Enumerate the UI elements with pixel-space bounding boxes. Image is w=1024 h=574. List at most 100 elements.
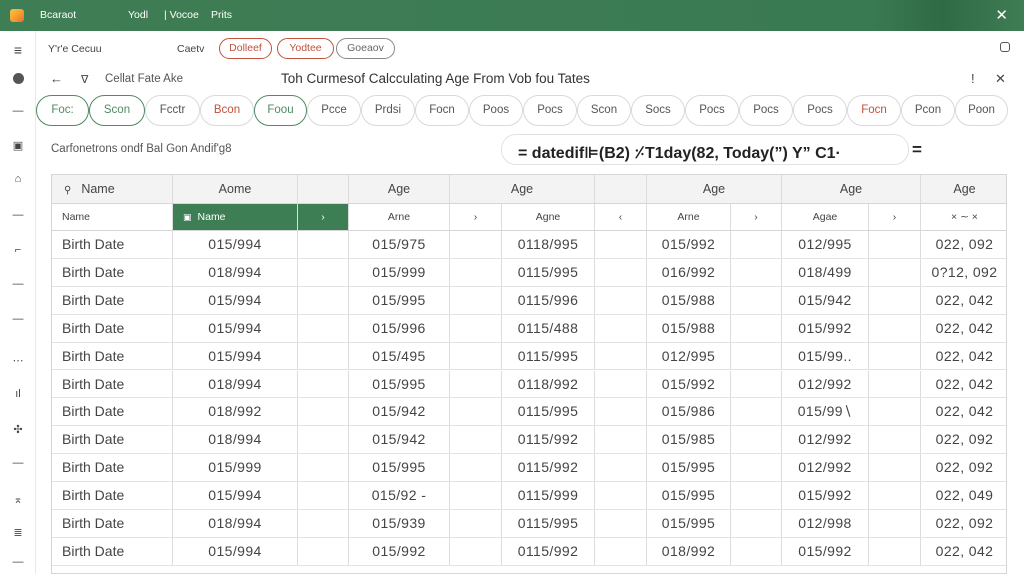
cell-empty[interactable] xyxy=(595,286,647,314)
cell-value[interactable]: 022, 092 xyxy=(921,426,1006,453)
cell-empty[interactable] xyxy=(298,342,349,370)
cell-empty[interactable] xyxy=(450,258,502,286)
cell-empty[interactable] xyxy=(731,398,782,426)
cell-label[interactable]: Birth Date xyxy=(52,510,173,537)
cell-value[interactable]: 012/992 xyxy=(782,426,869,454)
cell-value[interactable]: 015/992 xyxy=(782,482,869,509)
column-header-blank-2[interactable] xyxy=(595,175,647,203)
cell-value[interactable]: 022, 042 xyxy=(921,315,1006,342)
window-icon[interactable] xyxy=(1000,42,1010,52)
dash-icon[interactable]: — xyxy=(0,313,36,325)
cell-value[interactable]: 015/986 xyxy=(647,398,731,426)
cell-value[interactable]: 015/92 - xyxy=(349,482,450,509)
cell-label[interactable]: Birth Date xyxy=(52,258,173,286)
list-icon[interactable]: ≣ xyxy=(0,526,36,539)
cell-value[interactable]: 0?12, 092 xyxy=(921,259,1006,286)
cell-value[interactable]: 022, 042 xyxy=(921,287,1006,314)
cell-value[interactable]: 022, 049 xyxy=(921,482,1006,509)
sheet-icon[interactable]: ▣ xyxy=(0,139,36,152)
close-icon[interactable]: ✕ xyxy=(995,71,1006,87)
cell-empty[interactable] xyxy=(595,537,647,565)
cell-empty[interactable] xyxy=(450,454,502,482)
cell-value[interactable]: 018/992 xyxy=(173,398,298,426)
cell-empty[interactable] xyxy=(731,426,782,454)
cell-value[interactable]: 022, 092 xyxy=(921,510,1006,537)
cell-value[interactable]: 0115/995 xyxy=(502,258,595,286)
tab-foou[interactable]: Foou xyxy=(254,95,307,126)
tab-pocs-2[interactable]: Pocs xyxy=(685,95,739,126)
move-icon[interactable]: ✣ xyxy=(0,423,36,436)
cell-empty[interactable] xyxy=(595,426,647,454)
cell-value[interactable]: 012/998 xyxy=(782,510,869,537)
cell-empty[interactable] xyxy=(298,370,349,398)
circle-icon[interactable] xyxy=(0,73,36,87)
cell-empty[interactable] xyxy=(869,426,921,454)
cell-value[interactable]: 015/994 xyxy=(173,231,298,258)
cell-empty[interactable] xyxy=(298,482,349,509)
subheader-arne[interactable]: Arne xyxy=(349,204,450,230)
cell-empty[interactable] xyxy=(731,231,782,258)
dash-icon[interactable]: — xyxy=(0,105,36,117)
cell-value[interactable]: 0115/999 xyxy=(502,482,595,509)
cell-value[interactable]: 022, 042 xyxy=(921,343,1006,370)
cell-empty[interactable] xyxy=(869,286,921,314)
cell-empty[interactable] xyxy=(731,370,782,398)
subheader-agne[interactable]: Agne xyxy=(502,204,595,230)
tab-socs[interactable]: Socs xyxy=(631,95,685,126)
cell-empty[interactable] xyxy=(450,231,502,258)
cell-value[interactable]: 0118/992 xyxy=(502,370,595,398)
close-icon[interactable]: ✕ xyxy=(995,6,1008,24)
cell-value[interactable]: 012/992 xyxy=(782,370,869,398)
cell-label[interactable]: Birth Date xyxy=(52,231,173,258)
cell-empty[interactable] xyxy=(450,342,502,370)
cell-empty[interactable] xyxy=(450,370,502,398)
tab-bcon[interactable]: Bcon xyxy=(200,95,254,126)
cell-empty[interactable] xyxy=(595,482,647,509)
tab-poon[interactable]: Poon xyxy=(955,95,1008,126)
formula-bar[interactable]: = datedif⊫(B2) ⸓T1day(82, Today(”) Y” C1… xyxy=(501,134,909,165)
subheader-agae[interactable]: Agae xyxy=(782,204,869,230)
column-header-age-1[interactable]: Age xyxy=(349,175,450,203)
subheader-controls[interactable]: × ∼ × xyxy=(921,204,1006,230)
cell-value[interactable]: 015/995 xyxy=(349,454,450,482)
cell-empty[interactable] xyxy=(298,537,349,565)
cell-value[interactable]: 018/994 xyxy=(173,370,298,398)
cell-value[interactable]: 015/99.. xyxy=(782,342,869,370)
column-header-age-2[interactable]: Age xyxy=(450,175,595,203)
tab-poos[interactable]: Poos xyxy=(469,95,523,126)
tab-pocs-3[interactable]: Pocs xyxy=(739,95,793,126)
cell-value[interactable]: 015/994 xyxy=(173,342,298,370)
cell-empty[interactable] xyxy=(450,482,502,509)
cell-empty[interactable] xyxy=(731,258,782,286)
cell-value[interactable]: 015/994 xyxy=(173,286,298,314)
cell-value[interactable]: 015/992 xyxy=(782,314,869,342)
cell-empty[interactable] xyxy=(450,314,502,342)
sort-icon[interactable]: ⌅ xyxy=(0,493,36,506)
ribbon-pill-yodtee[interactable]: Yodtee xyxy=(277,38,334,59)
cell-label[interactable]: Birth Date xyxy=(52,370,173,398)
cell-empty[interactable] xyxy=(731,314,782,342)
cell-empty[interactable] xyxy=(450,398,502,426)
cell-empty[interactable] xyxy=(298,258,349,286)
cell-value[interactable]: 022, 092 xyxy=(921,454,1006,481)
chart-icon[interactable]: ıl xyxy=(0,388,36,400)
corner-icon[interactable]: ⌐ xyxy=(0,244,36,256)
cell-value[interactable]: 018/994 xyxy=(173,258,298,286)
tab-pocs[interactable]: Pocs xyxy=(523,95,577,126)
subheader-arrow-2[interactable]: › xyxy=(731,204,782,230)
cell-value[interactable]: 015/992 xyxy=(782,537,869,565)
cell-label[interactable]: Birth Date xyxy=(52,537,173,565)
cell-value[interactable]: 015/985 xyxy=(647,426,731,454)
cell-value[interactable]: 015/999 xyxy=(349,258,450,286)
cell-value[interactable]: 012/992 xyxy=(782,454,869,482)
tab-foc[interactable]: Foc: xyxy=(36,95,89,126)
subheader-expand-arrow[interactable]: › xyxy=(298,204,349,230)
column-header-age-4[interactable]: Age xyxy=(782,175,921,203)
cell-value[interactable]: 015/994 xyxy=(173,482,298,509)
cell-empty[interactable] xyxy=(869,537,921,565)
cell-value[interactable]: 015/992 xyxy=(349,537,450,565)
cell-empty[interactable] xyxy=(595,231,647,258)
tab-pcon[interactable]: Pcon xyxy=(901,95,955,126)
cell-empty[interactable] xyxy=(869,370,921,398)
cell-empty[interactable] xyxy=(869,510,921,537)
